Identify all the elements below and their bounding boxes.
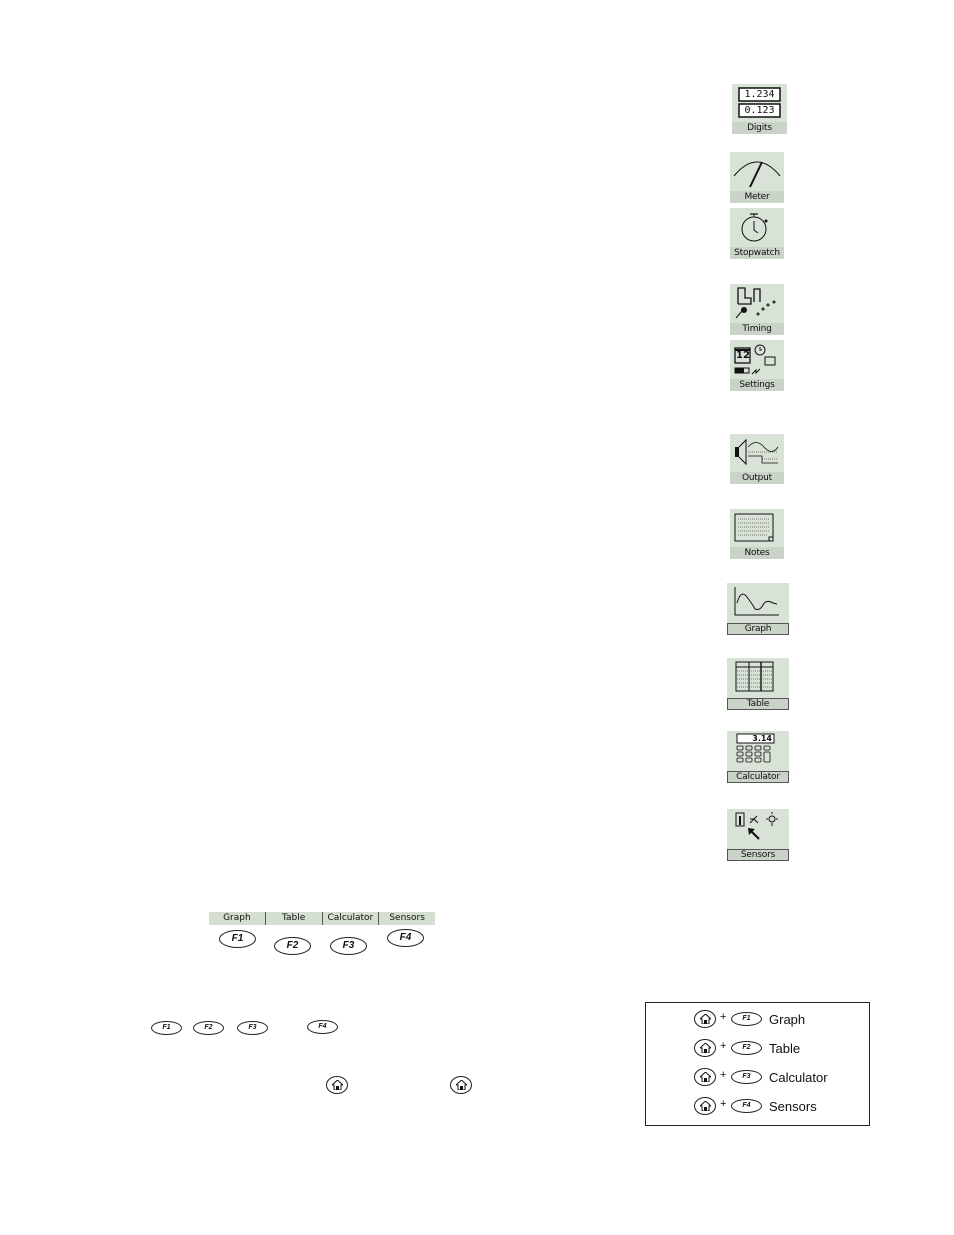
function-label-calculator[interactable]: Calculator: [323, 912, 380, 925]
digits-readout-1: 1.234: [744, 89, 775, 100]
shortcut-legend: + F1 Graph + F2 Table + F3 Calculator + …: [645, 1002, 870, 1126]
app-label: Meter: [730, 191, 784, 203]
settings-date: 12: [736, 350, 750, 361]
app-label: Digits: [732, 122, 787, 134]
app-icon-calculator[interactable]: 3.14 Calculator: [727, 731, 789, 783]
app-icon-graph[interactable]: Graph: [727, 583, 789, 635]
inline-f3-key: F3: [237, 1021, 268, 1035]
app-icon-notes[interactable]: Notes: [730, 509, 784, 559]
inline-f4-key: F4: [307, 1020, 338, 1034]
app-label: Timing: [730, 323, 784, 335]
timing-icon: [735, 287, 776, 319]
app-label: Sensors: [727, 849, 789, 861]
inline-f1-key: F1: [151, 1021, 182, 1035]
home-icon: [332, 1080, 343, 1090]
shortcut-row-table: + F2 Table: [646, 1039, 869, 1059]
home-key: [694, 1010, 716, 1028]
function-label-table[interactable]: Table: [266, 912, 323, 925]
shortcut-name: Sensors: [769, 1099, 817, 1114]
speaker-icon: [735, 438, 779, 466]
plus-sign: +: [720, 1040, 727, 1052]
home-key: [694, 1097, 716, 1115]
f1-key: F1: [731, 1012, 762, 1026]
app-label: Calculator: [727, 771, 789, 783]
home-icon: [700, 1014, 711, 1024]
digits-readout-2: 0.123: [744, 105, 775, 116]
app-label: Output: [730, 472, 784, 484]
shortcut-name: Calculator: [769, 1070, 828, 1085]
app-label: Notes: [730, 547, 784, 559]
home-icon: [700, 1101, 711, 1111]
home-icon: [456, 1080, 467, 1090]
notepad-icon: [734, 513, 774, 542]
app-label: Table: [727, 698, 789, 710]
app-label: Graph: [727, 623, 789, 635]
app-label: Stopwatch: [730, 247, 784, 259]
f1-key[interactable]: F1: [219, 930, 256, 948]
f3-key[interactable]: F3: [330, 937, 367, 955]
app-icon-stopwatch[interactable]: Stopwatch: [730, 208, 784, 259]
table-icon: [735, 661, 774, 692]
shortcut-row-graph: + F1 Graph: [646, 1010, 869, 1030]
home-key: [694, 1068, 716, 1086]
stopwatch-icon: [741, 213, 768, 242]
inline-home-key-1: [326, 1076, 348, 1094]
inline-f2-key: F2: [193, 1021, 224, 1035]
app-icon-meter[interactable]: Meter: [730, 152, 784, 203]
app-label: Settings: [730, 379, 784, 391]
home-key: [694, 1039, 716, 1057]
app-icon-digits[interactable]: 1.234 0.123 Digits: [732, 84, 787, 134]
home-icon: [700, 1072, 711, 1082]
f4-key: F4: [731, 1099, 762, 1113]
f3-key: F3: [731, 1070, 762, 1084]
app-icon-settings[interactable]: 12 Settings: [730, 340, 784, 391]
function-label-graph[interactable]: Graph: [209, 912, 266, 925]
app-icon-sensors[interactable]: Sensors: [727, 809, 789, 861]
plus-sign: +: [720, 1011, 727, 1023]
meter-icon: [733, 161, 781, 188]
calculator-display: 3.14: [752, 734, 772, 743]
app-icon-output[interactable]: Output: [730, 434, 784, 484]
graph-icon: [734, 587, 779, 616]
shortcut-row-calculator: + F3 Calculator: [646, 1068, 869, 1088]
f4-key[interactable]: F4: [387, 929, 424, 947]
f2-key[interactable]: F2: [274, 937, 311, 955]
function-bar: Graph Table Calculator Sensors: [209, 912, 435, 925]
plus-sign: +: [720, 1069, 727, 1081]
app-icon-table[interactable]: Table: [727, 658, 789, 710]
home-icon: [700, 1043, 711, 1053]
f2-key: F2: [731, 1041, 762, 1055]
shortcut-name: Table: [769, 1041, 801, 1056]
inline-home-key-2: [450, 1076, 472, 1094]
app-icon-timing[interactable]: Timing: [730, 284, 784, 335]
plus-sign: +: [720, 1098, 727, 1110]
shortcut-name: Graph: [769, 1012, 806, 1027]
function-label-sensors[interactable]: Sensors: [379, 912, 435, 925]
shortcut-row-sensors: + F4 Sensors: [646, 1097, 869, 1117]
sensors-icon: [735, 812, 778, 840]
